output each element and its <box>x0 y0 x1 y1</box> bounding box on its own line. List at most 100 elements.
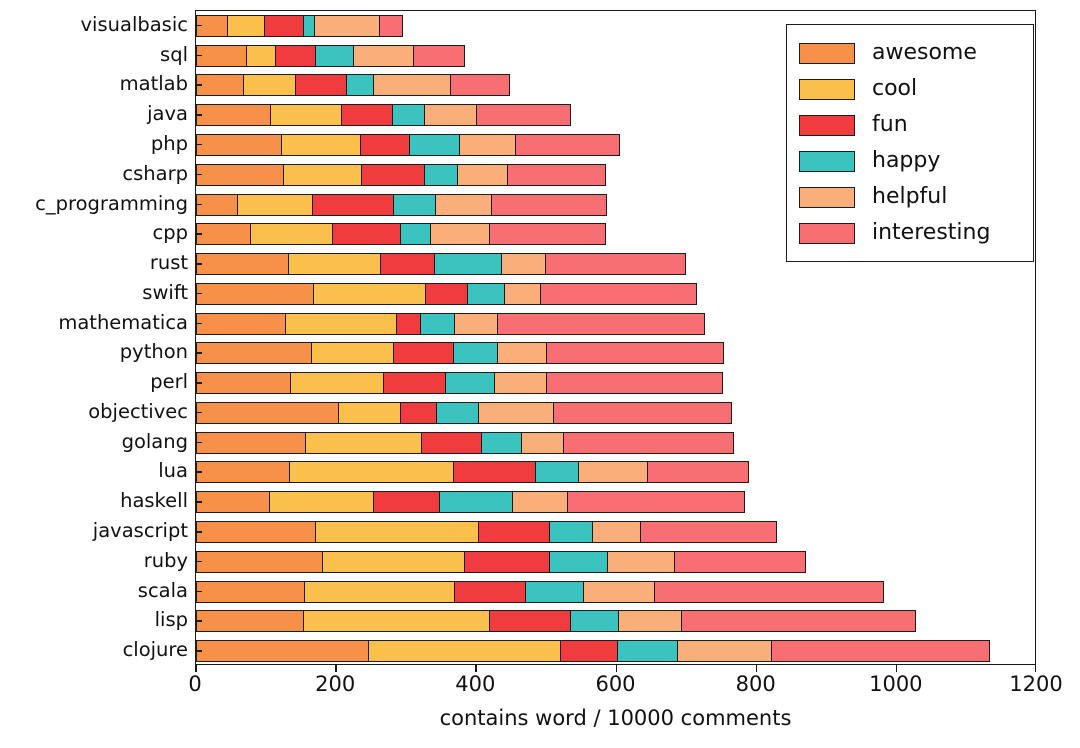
bar-segment-helpful <box>459 133 517 156</box>
bar-segment-fun <box>340 104 394 127</box>
x-tick-mark <box>335 665 337 672</box>
bar-segment-helpful <box>591 521 642 544</box>
bar-segment-interesting <box>497 312 705 335</box>
y-tick-mark <box>195 382 202 384</box>
legend-item-happy: happy <box>799 143 1021 179</box>
bar-php <box>196 133 621 156</box>
legend-swatch-fun <box>799 114 855 136</box>
bar-segment-fun <box>295 74 348 97</box>
bar-segment-helpful <box>494 372 548 395</box>
bar-segment-helpful <box>434 193 493 216</box>
bar-segment-fun <box>421 431 483 454</box>
bar-segment-helpful <box>477 401 555 424</box>
bar-segment-fun <box>464 550 551 573</box>
bar-segment-fun <box>361 163 426 186</box>
bar-objectivec <box>196 401 732 424</box>
bar-segment-helpful <box>583 580 656 603</box>
y-tick-label-sql: sql <box>160 42 188 66</box>
x-tick-label: 1200 <box>1009 672 1063 696</box>
bar-matlab <box>196 74 511 97</box>
bar-segment-happy <box>346 74 375 97</box>
bar-segment-helpful <box>676 640 773 663</box>
y-tick-label-cpp: cpp <box>152 221 188 245</box>
bar-segment-fun <box>331 223 402 246</box>
legend-item-awesome: awesome <box>799 35 1021 71</box>
y-tick-label-java: java <box>147 102 188 126</box>
bar-segment-helpful <box>504 282 542 305</box>
bar-segment-fun <box>400 401 439 424</box>
bar-segment-interesting <box>379 14 404 37</box>
bar-rust <box>196 253 686 276</box>
y-tick-label-golang: golang <box>121 429 188 453</box>
bar-segment-happy <box>423 163 459 186</box>
bar-segment-happy <box>438 491 514 514</box>
bar-segment-cool <box>303 610 491 633</box>
x-tick-mark <box>895 665 898 672</box>
x-tick-mark <box>475 665 477 672</box>
bar-segment-fun <box>379 253 436 276</box>
bar-segment-cool <box>290 372 386 395</box>
bar-segment-interesting <box>546 342 725 365</box>
bar-segment-interesting <box>640 521 777 544</box>
bar-segment-happy <box>535 461 580 484</box>
bar-segment-awesome <box>196 550 324 573</box>
bar-segment-fun <box>311 193 395 216</box>
bar-segment-fun <box>452 461 537 484</box>
bar-segment-cool <box>281 133 362 156</box>
bar-segment-interesting <box>476 104 571 127</box>
bar-segment-interesting <box>647 461 749 484</box>
bar-segment-interesting <box>506 163 607 186</box>
bar-segment-awesome <box>196 44 248 67</box>
bar-segment-happy <box>409 133 462 156</box>
bar-csharp <box>196 163 607 186</box>
bar-segment-happy <box>392 104 426 127</box>
bar-segment-awesome <box>196 163 285 186</box>
bar-segment-awesome <box>196 431 307 454</box>
legend-swatch-happy <box>799 150 855 172</box>
bar-segment-awesome <box>196 401 340 424</box>
bar-segment-awesome <box>196 521 317 544</box>
y-tick-label-csharp: csharp <box>122 161 188 185</box>
bar-segment-interesting <box>539 282 697 305</box>
bar-java <box>196 104 571 127</box>
bar-segment-cool <box>312 282 427 305</box>
legend-label-fun: fun <box>872 112 908 137</box>
bar-segment-fun <box>274 44 317 67</box>
bar-segment-happy <box>434 253 503 276</box>
legend-item-interesting: interesting <box>799 215 1021 251</box>
bar-segment-happy <box>480 431 523 454</box>
bar-segment-happy <box>549 550 609 573</box>
bar-lua <box>196 461 749 484</box>
bar-segment-awesome <box>196 372 292 395</box>
bar-segment-happy <box>453 342 499 365</box>
legend-label-interesting: interesting <box>872 220 991 245</box>
y-tick-label-clojure: clojure <box>122 638 188 662</box>
y-tick-mark <box>195 411 202 414</box>
bar-ruby <box>196 550 807 573</box>
x-tick-label: 0 <box>188 672 202 696</box>
y-tick-mark <box>195 560 202 563</box>
x-axis: 0 200 400 600 800 1000 1200 <box>188 665 1063 705</box>
x-axis-label: contains word / 10000 comments <box>439 706 792 730</box>
bar-segment-cool <box>284 312 398 335</box>
bar-segment-cool <box>321 550 466 573</box>
bar-segment-awesome <box>196 74 246 97</box>
bar-segment-happy <box>314 44 355 67</box>
bar-segment-helpful <box>577 461 649 484</box>
bar-python <box>196 342 725 365</box>
y-tick-label-python: python <box>119 340 188 364</box>
bar-segment-awesome <box>196 610 305 633</box>
y-tick-label-objectivec: objectivec <box>88 399 188 423</box>
bar-segment-interesting <box>490 193 608 216</box>
bar-segment-fun <box>263 14 305 37</box>
bar-scala <box>196 580 884 603</box>
bar-segment-helpful <box>314 14 381 37</box>
bar-segment-interesting <box>681 610 917 633</box>
x-tick-label: 600 <box>595 672 636 696</box>
bar-segment-helpful <box>429 223 491 246</box>
bar-segment-interesting <box>567 491 746 514</box>
y-tick-mark <box>195 441 202 444</box>
y-tick-label-javascript: javascript <box>92 519 188 543</box>
bar-segment-fun <box>478 521 551 544</box>
bar-segment-interesting <box>673 550 807 573</box>
